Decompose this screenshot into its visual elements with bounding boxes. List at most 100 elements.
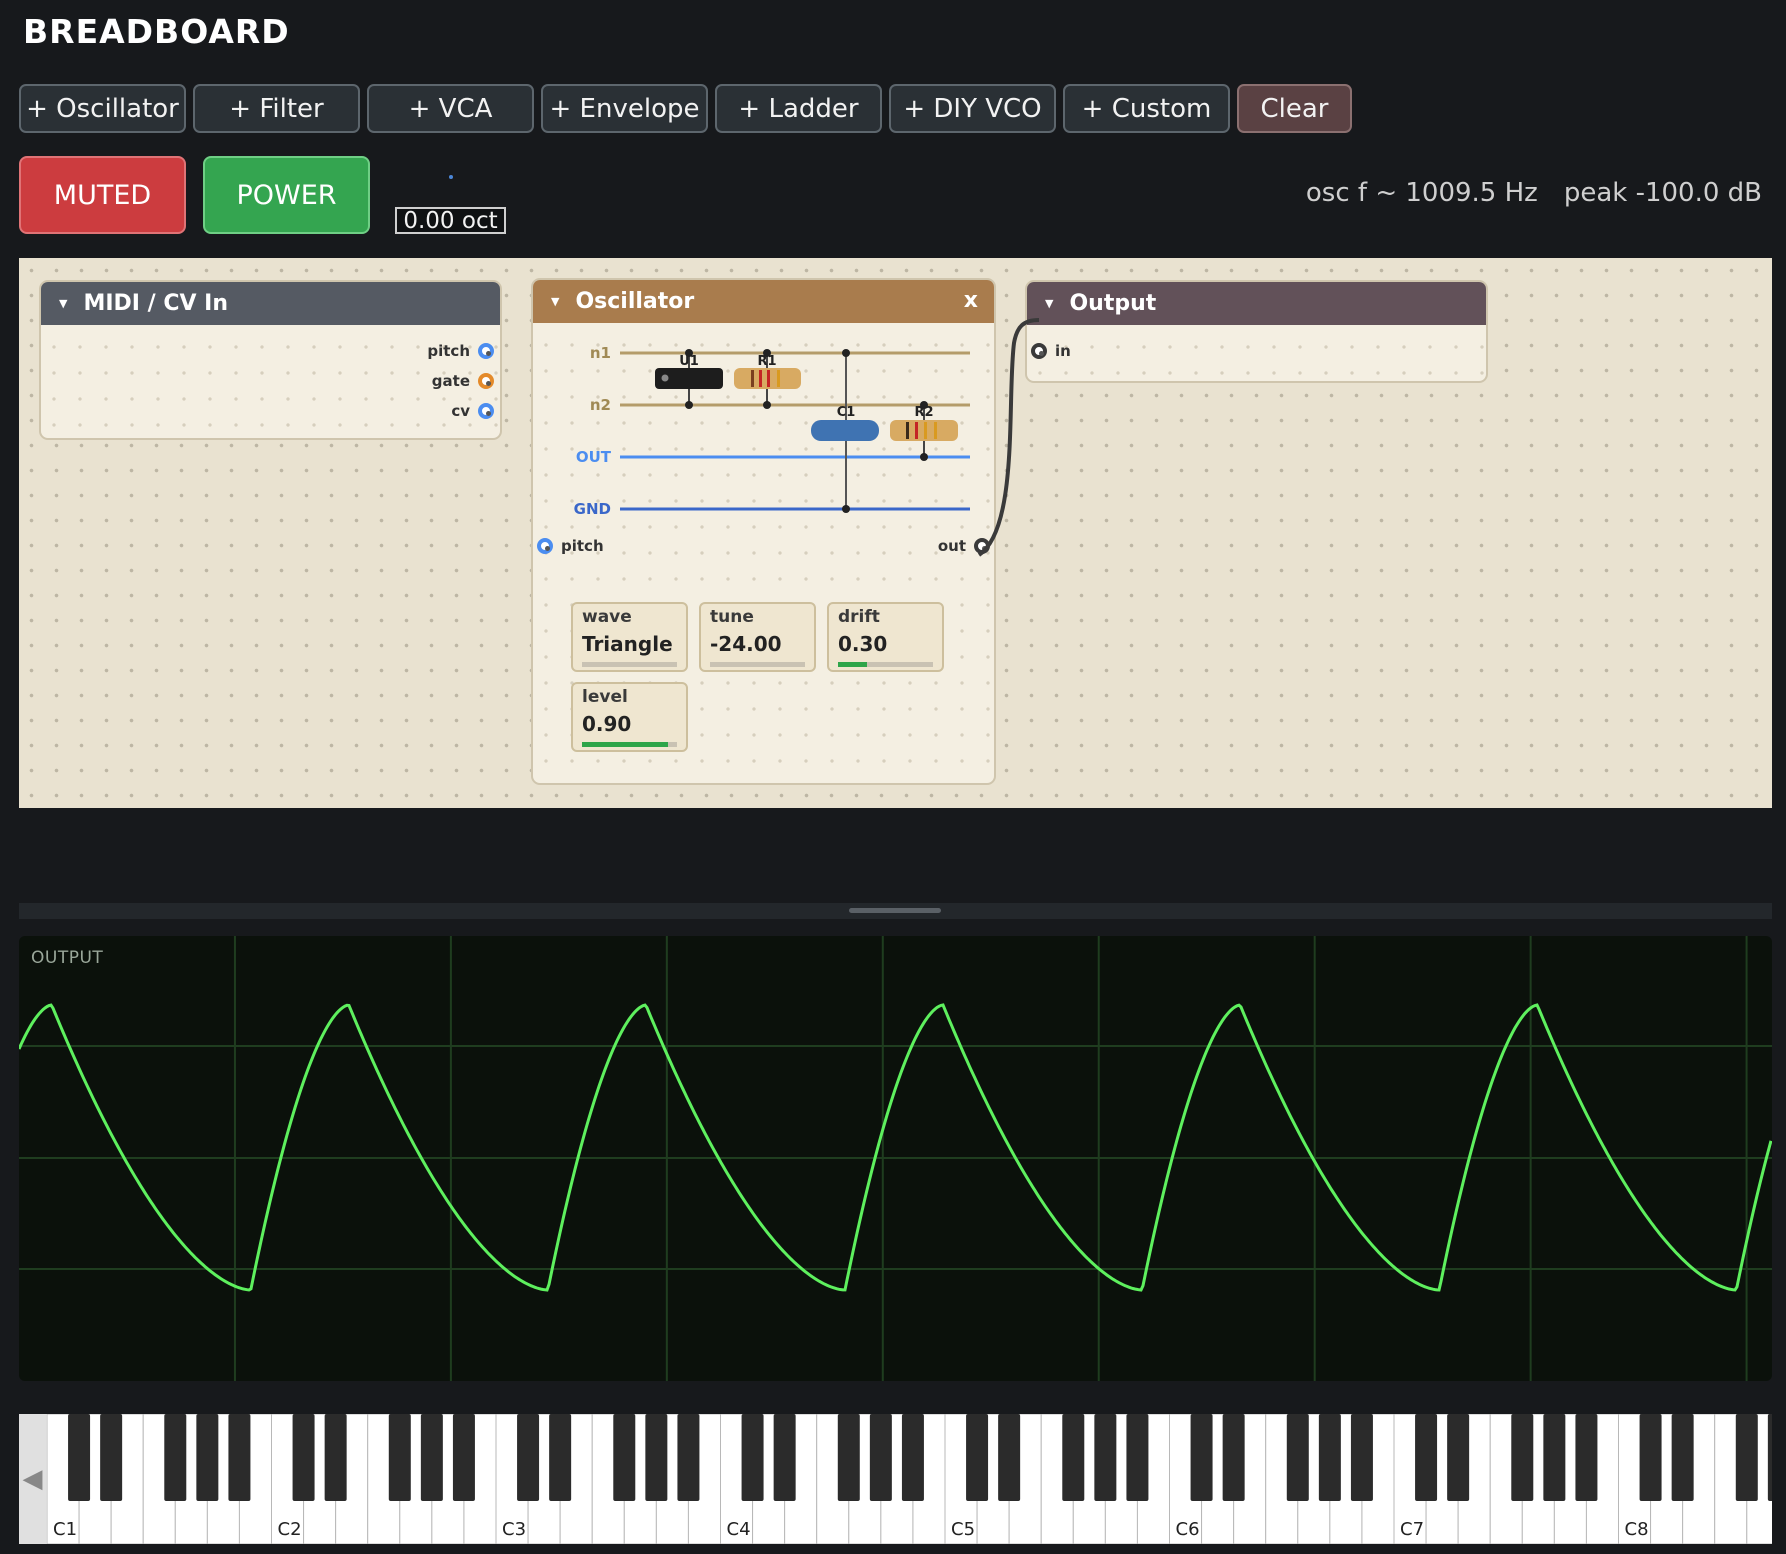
component-c1[interactable]: C1 xyxy=(811,405,879,441)
add-vca-button[interactable]: + VCA xyxy=(367,84,534,133)
black-key xyxy=(549,1414,572,1501)
black-key xyxy=(998,1414,1021,1501)
waveform-trace xyxy=(19,1003,1772,1292)
param-slider[interactable] xyxy=(838,662,933,667)
param-slider[interactable] xyxy=(582,662,677,667)
add-custom-button[interactable]: + Custom xyxy=(1063,84,1230,133)
midi-cv-port[interactable]: cv xyxy=(451,402,494,420)
midi-module-header[interactable]: ▼ MIDI / CV In xyxy=(41,282,500,325)
jack-icon[interactable] xyxy=(974,538,990,554)
component-r1[interactable]: R1 xyxy=(734,354,801,389)
port-label: gate xyxy=(431,372,470,390)
param-tune[interactable]: tune -24.00 xyxy=(699,602,816,672)
jack-icon[interactable] xyxy=(537,538,553,554)
black-key xyxy=(292,1414,315,1501)
mute-toggle-button[interactable]: MUTED xyxy=(19,156,186,234)
output-module-header[interactable]: ▼ Output xyxy=(1027,282,1486,325)
param-label: tune xyxy=(710,607,754,627)
octave-label: C5 xyxy=(951,1519,975,1540)
black-key xyxy=(1447,1414,1470,1501)
rail-label-out: OUT xyxy=(576,448,612,466)
black-key xyxy=(324,1414,347,1501)
param-wave[interactable]: wave Triangle xyxy=(571,602,688,672)
add-oscillator-button[interactable]: + Oscillator xyxy=(19,84,186,133)
port-label: out xyxy=(937,537,966,555)
clear-button[interactable]: Clear xyxy=(1237,84,1352,133)
output-module[interactable]: ▼ Output in xyxy=(1025,280,1488,383)
oscillator-module[interactable]: ▼ Oscillator x n1 n2 OUT GND U1 R1 C1 R2… xyxy=(531,278,996,785)
component-u1[interactable]: U1 xyxy=(655,354,723,389)
rail-label-n1: n1 xyxy=(590,344,611,362)
power-toggle-button[interactable]: POWER xyxy=(203,156,370,234)
jack-icon[interactable] xyxy=(478,373,494,389)
black-key xyxy=(1511,1414,1534,1501)
param-value: Triangle xyxy=(582,632,673,656)
black-key xyxy=(1286,1414,1309,1501)
keyboard-scroll-left-button[interactable]: ◀ xyxy=(19,1414,46,1544)
collapse-icon[interactable]: ▼ xyxy=(59,297,67,310)
black-key xyxy=(1126,1414,1149,1501)
param-fill xyxy=(838,662,867,667)
black-key xyxy=(645,1414,668,1501)
black-key xyxy=(869,1414,892,1501)
black-key xyxy=(196,1414,219,1501)
jack-icon[interactable] xyxy=(1031,343,1047,359)
octave-input[interactable]: 0.00 oct xyxy=(395,207,506,234)
black-key xyxy=(773,1414,796,1501)
add-ladder-button[interactable]: + Ladder xyxy=(715,84,882,133)
add-filter-button[interactable]: + Filter xyxy=(193,84,360,133)
circuit-schematic[interactable]: n1 n2 OUT GND U1 R1 C1 R2 xyxy=(533,330,993,530)
black-key xyxy=(452,1414,475,1501)
close-module-button[interactable]: x xyxy=(964,288,978,313)
black-key xyxy=(677,1414,700,1501)
component-r2[interactable]: R2 xyxy=(890,405,958,441)
oscilloscope-display xyxy=(19,936,1772,1381)
piano-keyboard[interactable]: C1 C2 C3 C4 C5 C6 C7 C8 xyxy=(19,1414,1772,1544)
add-diy-vco-button[interactable]: + DIY VCO xyxy=(889,84,1056,133)
param-drift[interactable]: drift 0.30 xyxy=(827,602,944,672)
collapse-icon[interactable]: ▼ xyxy=(1045,297,1053,310)
port-label: in xyxy=(1055,342,1071,360)
param-value: 0.30 xyxy=(838,632,888,656)
module-toolbar: + Oscillator + Filter + VCA + Envelope +… xyxy=(19,84,1352,133)
black-key xyxy=(1575,1414,1598,1501)
black-key xyxy=(1222,1414,1245,1501)
param-level[interactable]: level 0.90 xyxy=(571,682,688,752)
component-label: R1 xyxy=(757,354,776,369)
jack-icon[interactable] xyxy=(478,403,494,419)
jack-icon[interactable] xyxy=(478,343,494,359)
resize-handle[interactable] xyxy=(849,908,941,913)
port-label: pitch xyxy=(561,537,604,555)
status-readout: osc f ~ 1009.5 Hz peak -100.0 dB xyxy=(1306,178,1762,208)
midi-gate-port[interactable]: gate xyxy=(432,372,494,390)
black-key xyxy=(1671,1414,1694,1501)
add-envelope-button[interactable]: + Envelope xyxy=(541,84,708,133)
oscillator-out-port[interactable]: out xyxy=(938,537,990,555)
oscillator-module-header[interactable]: ▼ Oscillator x xyxy=(533,280,994,323)
component-label: R2 xyxy=(914,405,933,420)
octave-knob-indicator[interactable] xyxy=(449,175,453,179)
midi-cv-module[interactable]: ▼ MIDI / CV In pitch gate cv xyxy=(39,280,502,440)
param-label: level xyxy=(582,687,628,707)
breadboard-canvas[interactable]: ▼ MIDI / CV In pitch gate cv ▼ Oscillato… xyxy=(19,258,1772,808)
param-label: drift xyxy=(838,607,880,627)
black-key xyxy=(420,1414,443,1501)
rail-label-gnd: GND xyxy=(574,500,611,518)
output-in-port[interactable]: in xyxy=(1031,342,1071,360)
oscillator-pitch-port[interactable]: pitch xyxy=(537,537,604,555)
octave-label: C1 xyxy=(53,1519,77,1540)
midi-pitch-port[interactable]: pitch xyxy=(427,342,494,360)
collapse-icon[interactable]: ▼ xyxy=(551,295,559,308)
param-label: wave xyxy=(582,607,632,627)
black-key xyxy=(1190,1414,1213,1501)
black-key xyxy=(837,1414,860,1501)
black-key xyxy=(68,1414,91,1501)
output-module-title: Output xyxy=(1069,291,1157,316)
param-slider[interactable] xyxy=(582,742,677,747)
rail-label-n2: n2 xyxy=(590,396,611,414)
black-key xyxy=(1062,1414,1085,1501)
param-fill xyxy=(582,742,668,747)
param-slider[interactable] xyxy=(710,662,805,667)
octave-label: C8 xyxy=(1625,1519,1649,1540)
black-key xyxy=(741,1414,764,1501)
